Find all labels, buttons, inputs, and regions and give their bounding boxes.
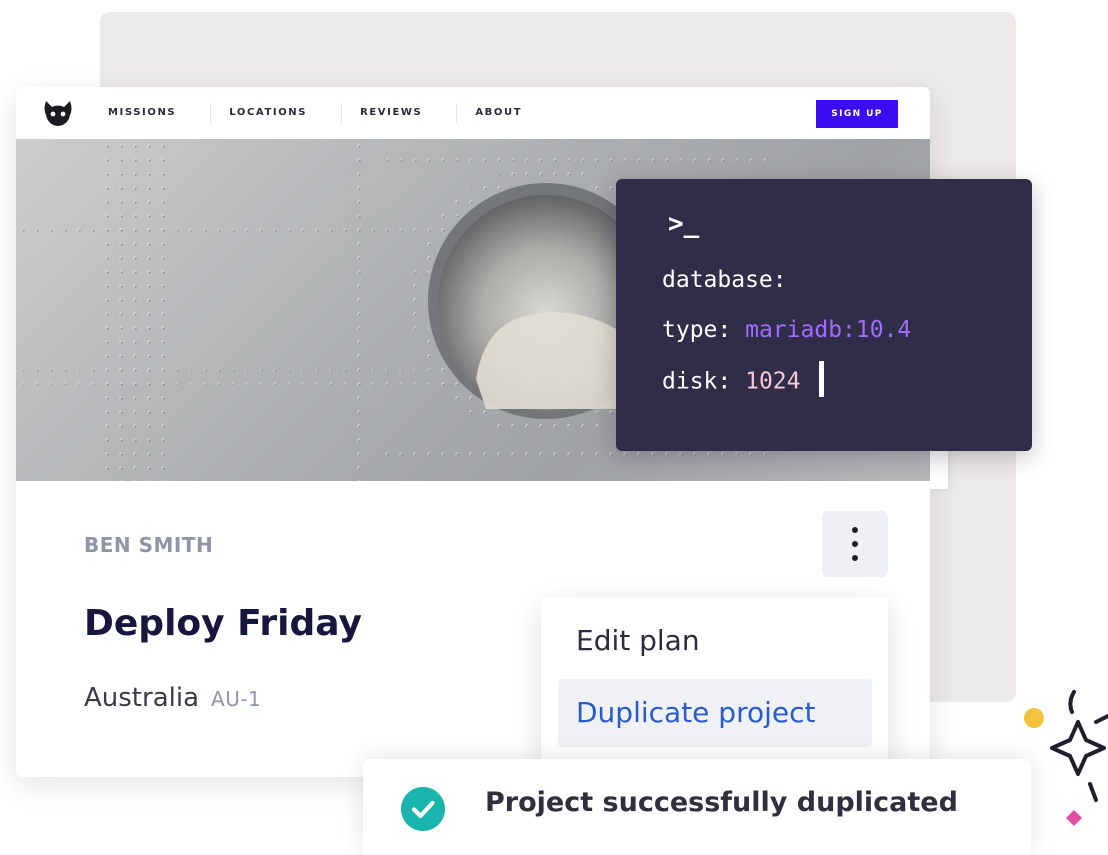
- cat-head-icon[interactable]: [42, 99, 74, 127]
- nav-about[interactable]: ABOUT: [457, 103, 556, 123]
- terminal-line: disk: 1024: [662, 361, 824, 397]
- text-cursor: [818, 361, 824, 397]
- terminal-prompt-icon: >_: [668, 209, 700, 239]
- terminal-line: database:: [662, 267, 787, 293]
- terminal-key: database:: [662, 267, 787, 293]
- project-title: Deploy Friday: [84, 603, 362, 644]
- sparkle-decoration: [1024, 690, 1108, 826]
- terminal-key: type:: [662, 317, 732, 343]
- pink-diamond: [1066, 810, 1082, 826]
- nav-missions[interactable]: MISSIONS: [90, 103, 212, 123]
- navbar: MISSIONS LOCATIONS REVIEWS ABOUT SIGN UP: [16, 87, 930, 139]
- nav-locations[interactable]: LOCATIONS: [211, 103, 343, 123]
- card-edge: [930, 451, 948, 489]
- sign-up-button[interactable]: SIGN UP: [816, 100, 898, 128]
- project-location: Australia AU-1: [84, 683, 261, 713]
- kebab-dot: [852, 541, 858, 547]
- sparkle-star-icon: [1050, 720, 1106, 776]
- success-toast: Project successfully duplicated: [363, 759, 1031, 855]
- more-options-button[interactable]: [822, 511, 888, 577]
- yellow-dot: [1024, 708, 1044, 728]
- terminal-value: mariadb:10.4: [745, 317, 912, 343]
- author-name: BEN SMITH: [84, 533, 214, 557]
- terminal-value: 1024: [745, 368, 801, 395]
- toast-message: Project successfully duplicated: [485, 787, 958, 818]
- check-circle-icon: [401, 787, 445, 831]
- terminal-key: disk:: [662, 368, 732, 395]
- menu-item-duplicate-project[interactable]: Duplicate project: [558, 679, 872, 747]
- menu-item-edit-plan[interactable]: Edit plan: [558, 607, 872, 675]
- location-country: Australia: [84, 683, 200, 713]
- kebab-dot: [852, 555, 858, 561]
- terminal-window: >_ database: type: mariadb:10.4 disk: 10…: [616, 179, 1032, 451]
- location-region: AU-1: [211, 687, 262, 711]
- nav-reviews[interactable]: REVIEWS: [342, 103, 458, 123]
- terminal-line: type: mariadb:10.4: [662, 317, 911, 343]
- nav-links: MISSIONS LOCATIONS REVIEWS ABOUT: [90, 87, 556, 139]
- kebab-dot: [852, 527, 858, 533]
